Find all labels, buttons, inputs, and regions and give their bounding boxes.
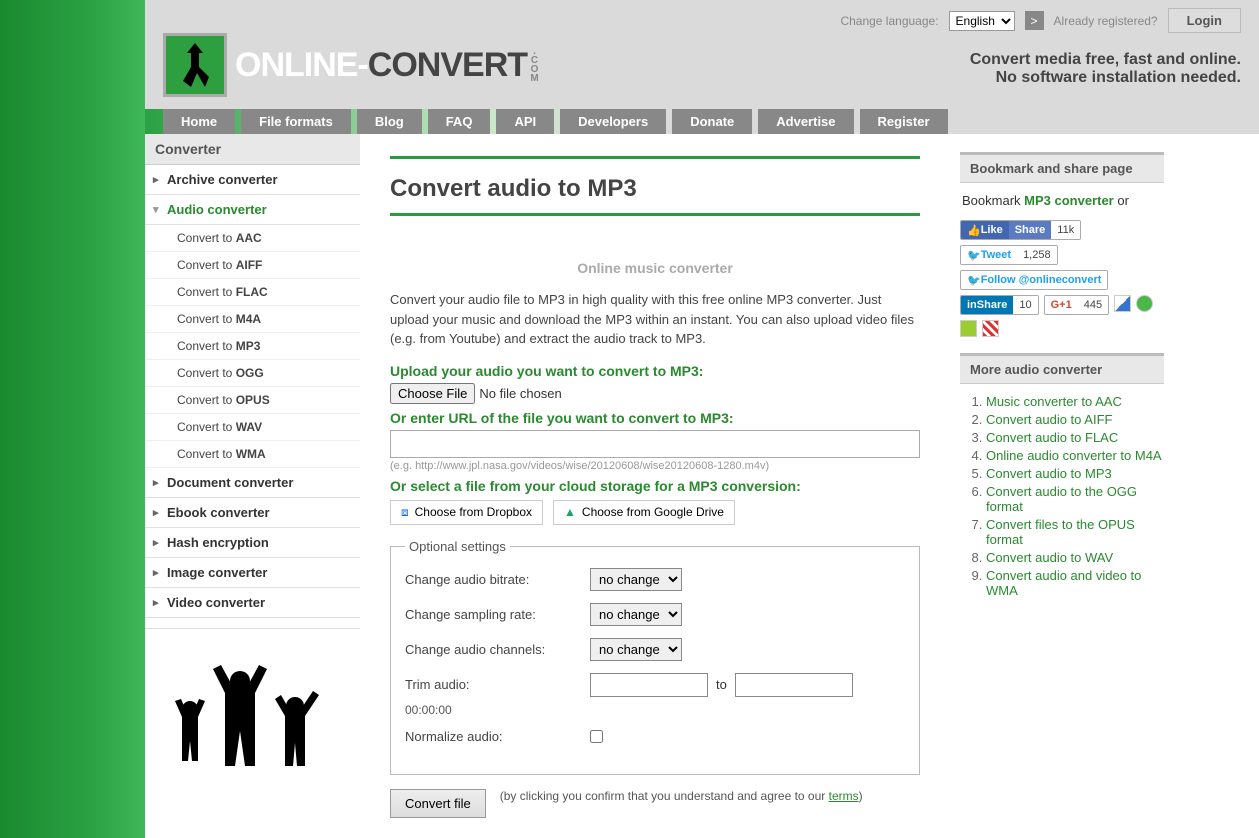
more-link-wma[interactable]: Convert audio and video to WMA <box>986 568 1141 598</box>
bookmark-text: Bookmark MP3 converter or <box>960 183 1164 218</box>
more-link-m4a[interactable]: Online audio converter to M4A <box>986 448 1162 463</box>
bookmark-link[interactable]: MP3 converter <box>1024 193 1114 208</box>
sidebar-sub-mp3[interactable]: Convert to MP3 <box>145 333 360 360</box>
sidebar-item-ebook[interactable]: Ebook converter <box>145 498 360 528</box>
nav-tabs: Home File formats Blog FAQ API Developer… <box>145 109 1259 134</box>
tweet-button[interactable]: 🐦 Tweet1,258 <box>960 245 1058 265</box>
sidebar-sub-aiff[interactable]: Convert to AIFF <box>145 252 360 279</box>
language-select[interactable]: English <box>949 11 1015 31</box>
sidebar-sub-wav[interactable]: Convert to WAV <box>145 414 360 441</box>
bitrate-label: Change audio bitrate: <box>405 572 590 587</box>
bookmark-heading: Bookmark and share page <box>960 154 1164 183</box>
logo[interactable]: ONLINE-CONVERT.COM <box>163 33 540 97</box>
optional-settings: Optional settings Change audio bitrate: … <box>390 539 920 775</box>
more-link-aiff[interactable]: Convert audio to AIFF <box>986 412 1112 427</box>
language-go-button[interactable]: > <box>1025 11 1044 30</box>
sidebar-item-video[interactable]: Video converter <box>145 588 360 618</box>
sidebar-item-hash[interactable]: Hash encryption <box>145 528 360 558</box>
convert-button[interactable]: Convert file <box>390 789 486 818</box>
login-button[interactable]: Login <box>1168 8 1241 33</box>
sub-heading: Online music converter <box>390 220 920 290</box>
sidebar-item-archive[interactable]: Archive converter <box>145 165 360 195</box>
normalize-label: Normalize audio: <box>405 729 590 744</box>
fb-like-button[interactable]: 👍 LikeShare11k <box>960 220 1081 240</box>
sidebar-item-image[interactable]: Image converter <box>145 558 360 588</box>
header: ONLINE-CONVERT.COM Convert media free, f… <box>145 33 1259 109</box>
url-label: Or enter URL of the file you want to con… <box>390 410 920 426</box>
misc-share-icon[interactable] <box>960 320 977 337</box>
nav-file-formats[interactable]: File formats <box>241 109 351 134</box>
sidebar-sub-opus[interactable]: Convert to OPUS <box>145 387 360 414</box>
twitter-follow-button[interactable]: 🐦 Follow @onlineconvert <box>960 270 1108 290</box>
channels-label: Change audio channels: <box>405 642 590 657</box>
misc-share-icon-2[interactable] <box>982 320 999 337</box>
sidebar-sub-wma[interactable]: Convert to WMA <box>145 441 360 468</box>
terms-link[interactable]: terms <box>829 789 859 803</box>
page-title: Convert audio to MP3 <box>390 156 920 216</box>
nav-developers[interactable]: Developers <box>560 109 666 134</box>
sidebar-sub-m4a[interactable]: Convert to M4A <box>145 306 360 333</box>
cloud-label: Or select a file from your cloud storage… <box>390 478 920 494</box>
stumbleupon-icon[interactable] <box>1136 295 1153 312</box>
left-green-strip <box>0 0 145 838</box>
sidebar-item-document[interactable]: Document converter <box>145 468 360 498</box>
disclaimer: (by clicking you confirm that you unders… <box>500 789 863 803</box>
logo-icon <box>163 33 227 97</box>
top-bar: Change language: English > Already regis… <box>145 0 1259 33</box>
bitrate-select[interactable]: no change <box>590 568 682 591</box>
nav-api[interactable]: API <box>496 109 554 134</box>
more-converter-heading: More audio converter <box>960 355 1164 384</box>
dropbox-button[interactable]: ⧈ Choose from Dropbox <box>390 500 543 525</box>
logo-text: ONLINE-CONVERT.COM <box>235 46 540 85</box>
more-link-mp3[interactable]: Convert audio to MP3 <box>986 466 1112 481</box>
normalize-checkbox[interactable] <box>590 730 603 743</box>
nav-home[interactable]: Home <box>163 109 235 134</box>
nav-register[interactable]: Register <box>860 109 948 134</box>
trim-label: Trim audio: <box>405 677 590 692</box>
sampling-label: Change sampling rate: <box>405 607 590 622</box>
more-converter-list: Music converter to AAC Convert audio to … <box>960 384 1164 598</box>
google-drive-button[interactable]: ▲ Choose from Google Drive <box>553 500 735 525</box>
url-input[interactable] <box>390 430 920 458</box>
settings-legend: Optional settings <box>405 539 510 554</box>
nav-faq[interactable]: FAQ <box>428 109 491 134</box>
trim-to-label: to <box>716 677 727 692</box>
upload-label: Upload your audio you want to convert to… <box>390 363 920 379</box>
sampling-select[interactable]: no change <box>590 603 682 626</box>
description: Convert your audio file to MP3 in high q… <box>390 290 920 349</box>
already-registered-label: Already registered? <box>1054 14 1158 28</box>
delicious-icon[interactable] <box>1114 295 1131 312</box>
more-link-aac[interactable]: Music converter to AAC <box>986 394 1122 409</box>
right-column: Bookmark and share page Bookmark MP3 con… <box>960 134 1180 838</box>
time-hint: 00:00:00 <box>405 703 905 717</box>
trim-from-input[interactable] <box>590 673 708 697</box>
more-link-ogg[interactable]: Convert audio to the OGG format <box>986 484 1137 514</box>
nav-blog[interactable]: Blog <box>357 109 422 134</box>
sidebar-item-audio[interactable]: Audio converter <box>145 195 360 225</box>
sidebar-sub-aac[interactable]: Convert to AAC <box>145 225 360 252</box>
more-link-opus[interactable]: Convert files to the OPUS format <box>986 517 1135 547</box>
sidebar-sub-ogg[interactable]: Convert to OGG <box>145 360 360 387</box>
main-content: Convert audio to MP3 Online music conver… <box>380 134 940 838</box>
channels-select[interactable]: no change <box>590 638 682 661</box>
nav-advertise[interactable]: Advertise <box>758 109 853 134</box>
sidebar-title: Converter <box>145 134 360 165</box>
trim-to-input[interactable] <box>735 673 853 697</box>
tagline: Convert media free, fast and online. No … <box>970 43 1241 87</box>
gplus-button[interactable]: G+1445 <box>1044 295 1109 315</box>
more-link-wav[interactable]: Convert audio to WAV <box>986 550 1113 565</box>
sidebar-sub-flac[interactable]: Convert to FLAC <box>145 279 360 306</box>
linkedin-share-button[interactable]: in Share10 <box>960 295 1039 315</box>
sidebar: Converter Archive converter Audio conver… <box>145 134 360 838</box>
people-illustration <box>145 628 360 796</box>
nav-donate[interactable]: Donate <box>672 109 752 134</box>
file-input[interactable] <box>390 383 636 404</box>
gdrive-icon: ▲ <box>564 505 576 519</box>
change-language-label: Change language: <box>840 14 938 28</box>
more-link-flac[interactable]: Convert audio to FLAC <box>986 430 1118 445</box>
url-hint: (e.g. http://www.jpl.nasa.gov/videos/wis… <box>390 460 920 472</box>
dropbox-icon: ⧈ <box>401 505 409 520</box>
